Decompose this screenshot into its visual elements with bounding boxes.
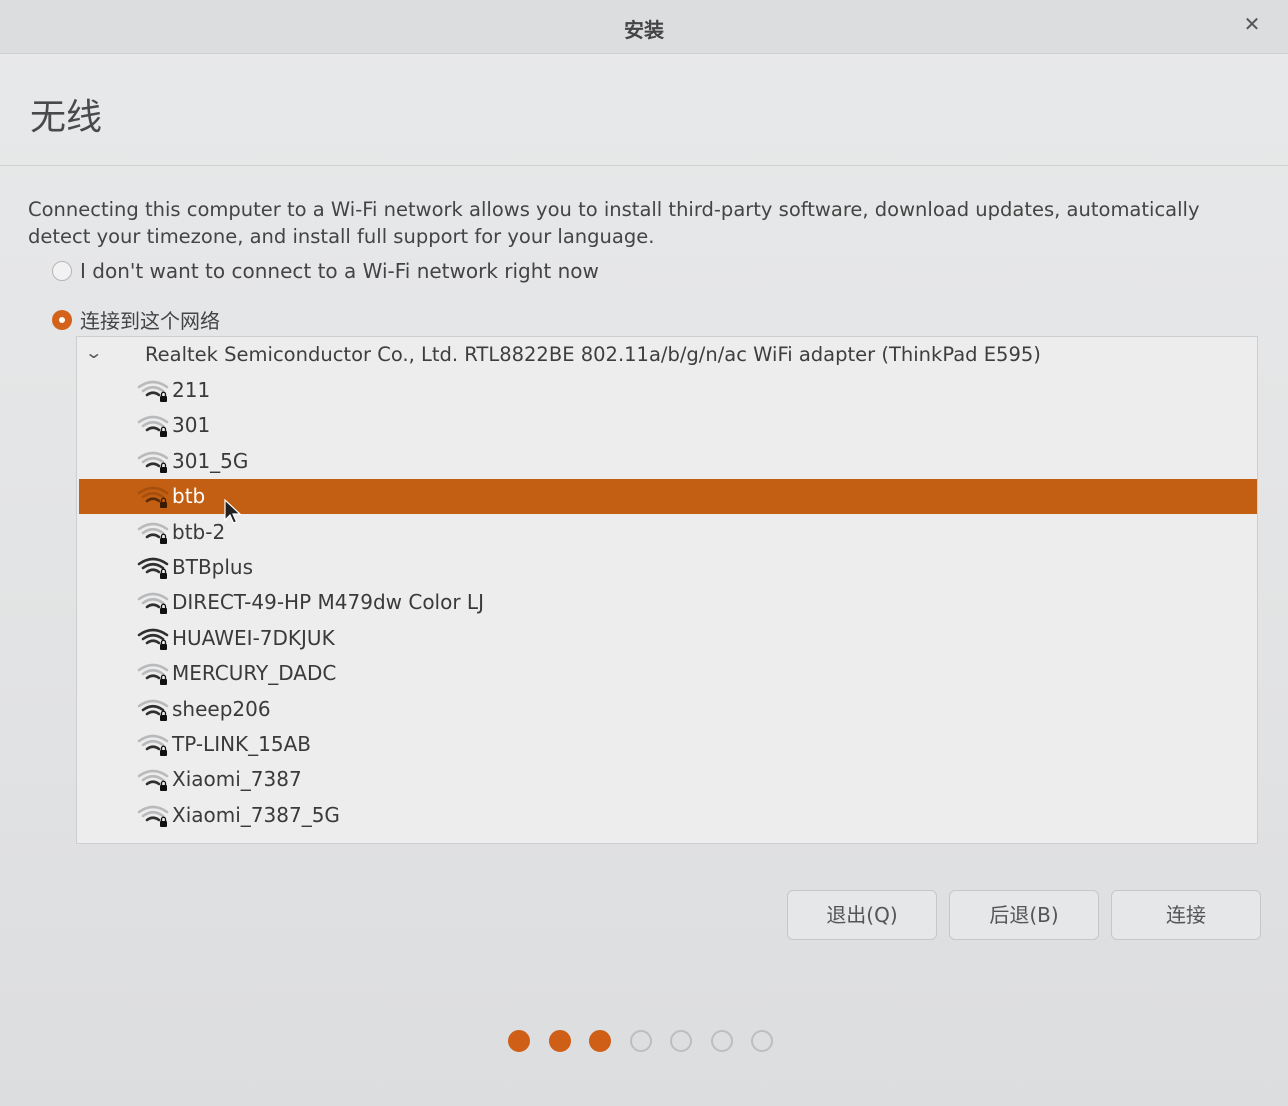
network-row[interactable]: btb <box>79 479 1257 515</box>
progress-dots <box>508 1030 792 1054</box>
radio-connect[interactable]: 连接到这个网络 <box>52 305 220 334</box>
wifi-signal-icon <box>137 593 169 615</box>
header-divider <box>0 165 1288 166</box>
title-bar: 安装 ✕ <box>0 0 1288 54</box>
wifi-signal-icon <box>137 770 169 792</box>
chevron-down-icon[interactable]: ⌄ <box>84 343 103 362</box>
network-row[interactable]: MERCURY_DADC <box>79 656 1257 691</box>
network-row[interactable]: TP-LINK_15AB <box>79 727 1257 762</box>
network-ssid: btb <box>172 484 206 509</box>
radio-no-wifi[interactable]: I don't want to connect to a Wi-Fi netwo… <box>52 259 599 283</box>
wifi-description: Connecting this computer to a Wi-Fi netw… <box>28 198 1200 248</box>
installer-window: 安装 ✕ 无线 Connecting this computer to a Wi… <box>0 0 1288 1106</box>
network-ssid: MERCURY_DADC <box>172 661 337 686</box>
network-row[interactable]: BTBplus <box>79 550 1257 585</box>
adapter-label: Realtek Semiconductor Co., Ltd. RTL8822B… <box>145 343 1041 366</box>
network-row[interactable]: DIRECT-49-HP M479dw Color LJ <box>79 585 1257 620</box>
radio-connect-label: 连接到这个网络 <box>80 309 220 333</box>
progress-dot <box>751 1030 773 1052</box>
wifi-signal-icon <box>137 805 169 827</box>
wifi-signal-icon <box>137 522 169 544</box>
radio-no-wifi-label: I don't want to connect to a Wi-Fi netwo… <box>80 259 599 283</box>
close-icon[interactable]: ✕ <box>1238 10 1266 38</box>
progress-dot <box>670 1030 692 1052</box>
network-row[interactable]: Xiaomi_7387_5G <box>79 798 1257 833</box>
progress-dot <box>629 1030 652 1052</box>
network-ssid: HUAWEI-7DKJUK <box>172 625 335 650</box>
network-row[interactable]: Xiaomi_7387 <box>79 762 1257 797</box>
progress-dot <box>548 1030 571 1052</box>
radio-connect-indicator[interactable] <box>52 309 72 330</box>
mouse-cursor-icon <box>224 499 242 524</box>
network-ssid: BTBplus <box>172 555 254 579</box>
wifi-signal-icon <box>137 451 169 473</box>
network-ssid: btb-2 <box>172 519 226 544</box>
network-ssid: 301_5G <box>172 448 249 473</box>
page-title: 无线 <box>30 97 103 138</box>
network-ssid: 301 <box>172 413 211 438</box>
progress-dot <box>589 1030 611 1052</box>
network-row[interactable]: sheep206 <box>79 692 1257 727</box>
network-row[interactable]: HUAWEI-7DKJUK <box>79 621 1257 656</box>
network-row[interactable]: btb-2 <box>79 515 1257 550</box>
network-row[interactable]: 211 <box>79 373 1257 408</box>
wifi-signal-icon <box>137 416 169 438</box>
network-list[interactable]: ⌄ Realtek Semiconductor Co., Ltd. RTL882… <box>76 336 1258 844</box>
wifi-signal-icon <box>137 557 169 579</box>
network-ssid: 211 <box>172 378 211 402</box>
adapter-row[interactable]: ⌄ Realtek Semiconductor Co., Ltd. RTL882… <box>77 337 1257 373</box>
network-ssid: DIRECT-49-HP M479dw Color LJ <box>172 590 484 615</box>
radio-no-wifi-indicator[interactable] <box>52 261 72 281</box>
progress-dot <box>508 1030 530 1052</box>
progress-dot <box>710 1030 733 1052</box>
window-title: 安装 <box>624 18 664 42</box>
quit-button[interactable]: 退出(Q) <box>787 890 937 940</box>
network-row[interactable]: 301 <box>79 408 1257 443</box>
wifi-signal-icon <box>137 699 169 721</box>
wifi-signal-icon <box>137 628 169 650</box>
network-ssid: Xiaomi_7387_5G <box>172 802 340 827</box>
network-row[interactable]: 301_5G <box>79 444 1257 479</box>
network-ssid: Xiaomi_7387 <box>172 767 302 792</box>
connect-button[interactable]: 连接 <box>1111 890 1261 940</box>
wifi-signal-icon <box>137 486 169 509</box>
back-button[interactable]: 后退(B) <box>949 890 1099 940</box>
network-ssid: TP-LINK_15AB <box>172 732 312 756</box>
network-ssid: sheep206 <box>172 696 271 721</box>
wifi-signal-icon <box>137 380 169 402</box>
wifi-signal-icon <box>137 734 169 756</box>
wifi-signal-icon <box>137 663 169 686</box>
